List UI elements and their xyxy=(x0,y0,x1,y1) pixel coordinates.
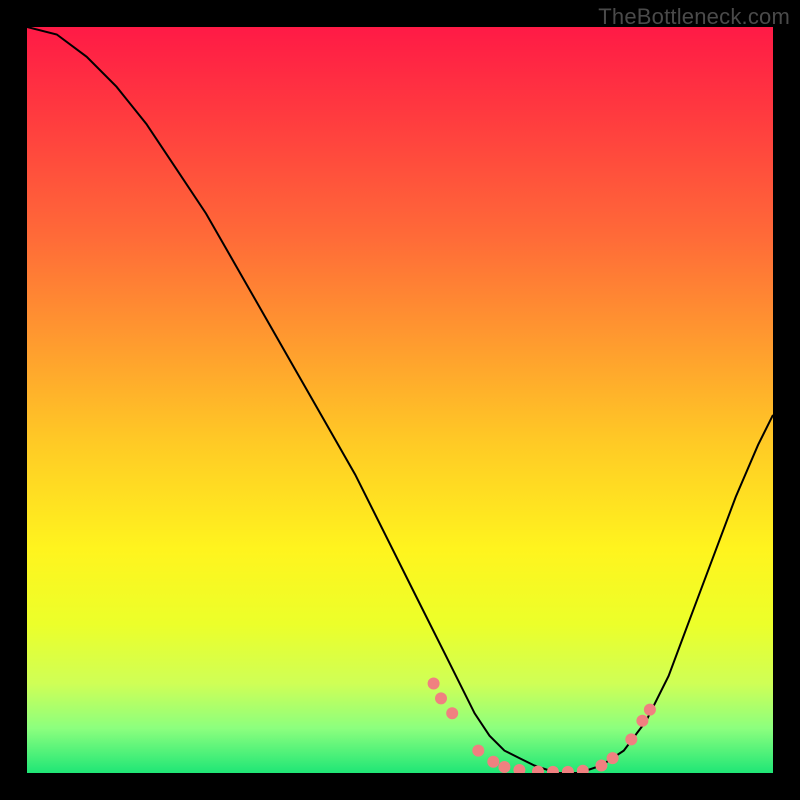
marker-dot xyxy=(607,752,619,764)
marker-dot xyxy=(428,678,440,690)
marker-dot xyxy=(487,756,499,768)
marker-dot xyxy=(625,733,637,745)
marker-dot xyxy=(547,766,559,773)
chart-area xyxy=(27,27,773,773)
marker-dot xyxy=(498,761,510,773)
marker-dot xyxy=(472,745,484,757)
bottleneck-curve xyxy=(27,27,773,773)
marker-dot xyxy=(435,692,447,704)
marker-dot xyxy=(446,707,458,719)
marker-dot xyxy=(595,760,607,772)
bottleneck-plot xyxy=(27,27,773,773)
highlight-points xyxy=(428,678,656,774)
marker-dot xyxy=(513,764,525,773)
marker-dot xyxy=(562,766,574,773)
marker-dot xyxy=(644,704,656,716)
marker-dot xyxy=(577,765,589,773)
watermark-text: TheBottleneck.com xyxy=(598,4,790,30)
marker-dot xyxy=(636,715,648,727)
marker-dot xyxy=(532,766,544,774)
